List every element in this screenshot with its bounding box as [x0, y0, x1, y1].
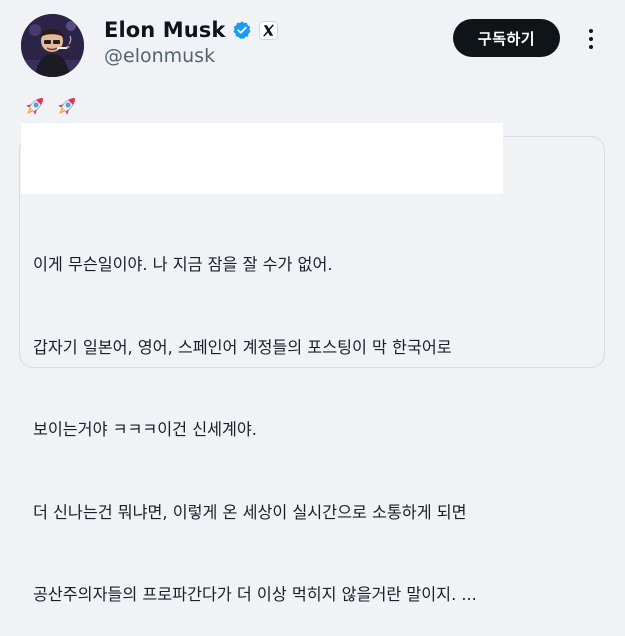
quote-line: 이게 무슨일이야. 나 지금 잠을 잘 수가 없어.	[33, 255, 333, 274]
avatar[interactable]	[21, 14, 84, 77]
x-logo-icon	[259, 20, 279, 40]
post-header: Elon Musk @elonmusk 구독하기	[0, 0, 625, 90]
author-handle[interactable]: @elonmusk	[104, 45, 215, 67]
subscribe-button[interactable]: 구독하기	[453, 19, 560, 57]
verified-badge-icon	[232, 20, 252, 40]
more-options-icon[interactable]	[576, 24, 606, 54]
author-name-row: Elon Musk	[104, 15, 279, 45]
quote-line: 갑자기 일본어, 영어, 스페인어 계정들의 포스팅이 막 한국어로	[33, 337, 452, 357]
quoted-post-text: 이게 무슨일이야. 나 지금 잠을 잘 수가 없어. 갑자기 일본어, 영어, …	[33, 196, 603, 636]
quote-line: 더 신나는건 뭐냐면, 이렇게 온 세상이 실시간으로 소통하게 되면	[33, 502, 467, 522]
redacted-block	[21, 123, 503, 194]
rocket-emoji-icon	[54, 93, 80, 119]
post-emojis	[22, 93, 80, 119]
quote-line: 공산주의자들의 프로파간다가 더 이상 먹히지 않을거란 말이지. ...	[33, 585, 477, 604]
quote-line: 보이는거야 ㅋㅋㅋ이건 신세계야.	[33, 420, 257, 439]
author-display-name[interactable]: Elon Musk	[104, 18, 225, 42]
rocket-emoji-icon	[22, 93, 48, 119]
